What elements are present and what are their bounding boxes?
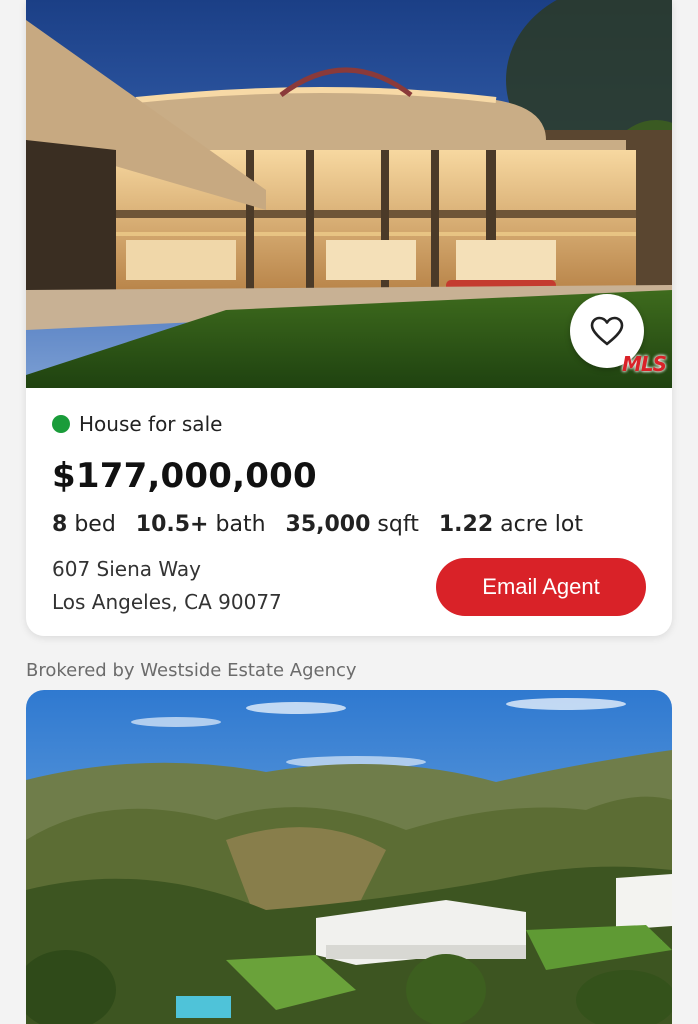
listing-info: House for sale $177,000,000 8 bed 10.5+ … [26, 388, 672, 636]
broker-attribution: Brokered by Westside Estate Agency [26, 660, 357, 681]
sqft-value: 35,000 [285, 512, 371, 537]
baths-value: 10.5+ [135, 512, 209, 537]
lot-label: acre lot [500, 512, 583, 537]
heart-outline-icon [590, 316, 624, 346]
listing-price: $177,000,000 [52, 456, 317, 496]
listing-specs: 8 bed 10.5+ bath 35,000 sqft 1.22 acre l… [52, 512, 646, 537]
sqft-label: sqft [377, 512, 419, 537]
baths-spec: 10.5+ bath [136, 512, 266, 537]
sqft-spec: 35,000 sqft [286, 512, 419, 537]
lot-spec: 1.22 acre lot [439, 512, 583, 537]
email-agent-button[interactable]: Email Agent [436, 558, 646, 616]
listing-status: House for sale [52, 410, 646, 438]
status-label: House for sale [79, 412, 223, 436]
lot-value: 1.22 [438, 512, 494, 537]
beds-spec: 8 bed [52, 512, 116, 537]
aerial-photo-image [26, 690, 672, 1024]
listing-photo-next[interactable] [26, 690, 672, 1024]
baths-label: bath [215, 512, 266, 537]
mls-logo: MLS [621, 352, 667, 376]
listing-card[interactable]: MLS House for sale $177,000,000 8 bed 10… [26, 0, 672, 636]
listing-photo[interactable]: MLS [26, 0, 672, 388]
beds-label: bed [74, 512, 116, 537]
status-dot-icon [52, 415, 70, 433]
listing-feed: MLS House for sale $177,000,000 8 bed 10… [0, 0, 698, 1024]
beds-value: 8 [52, 512, 68, 537]
